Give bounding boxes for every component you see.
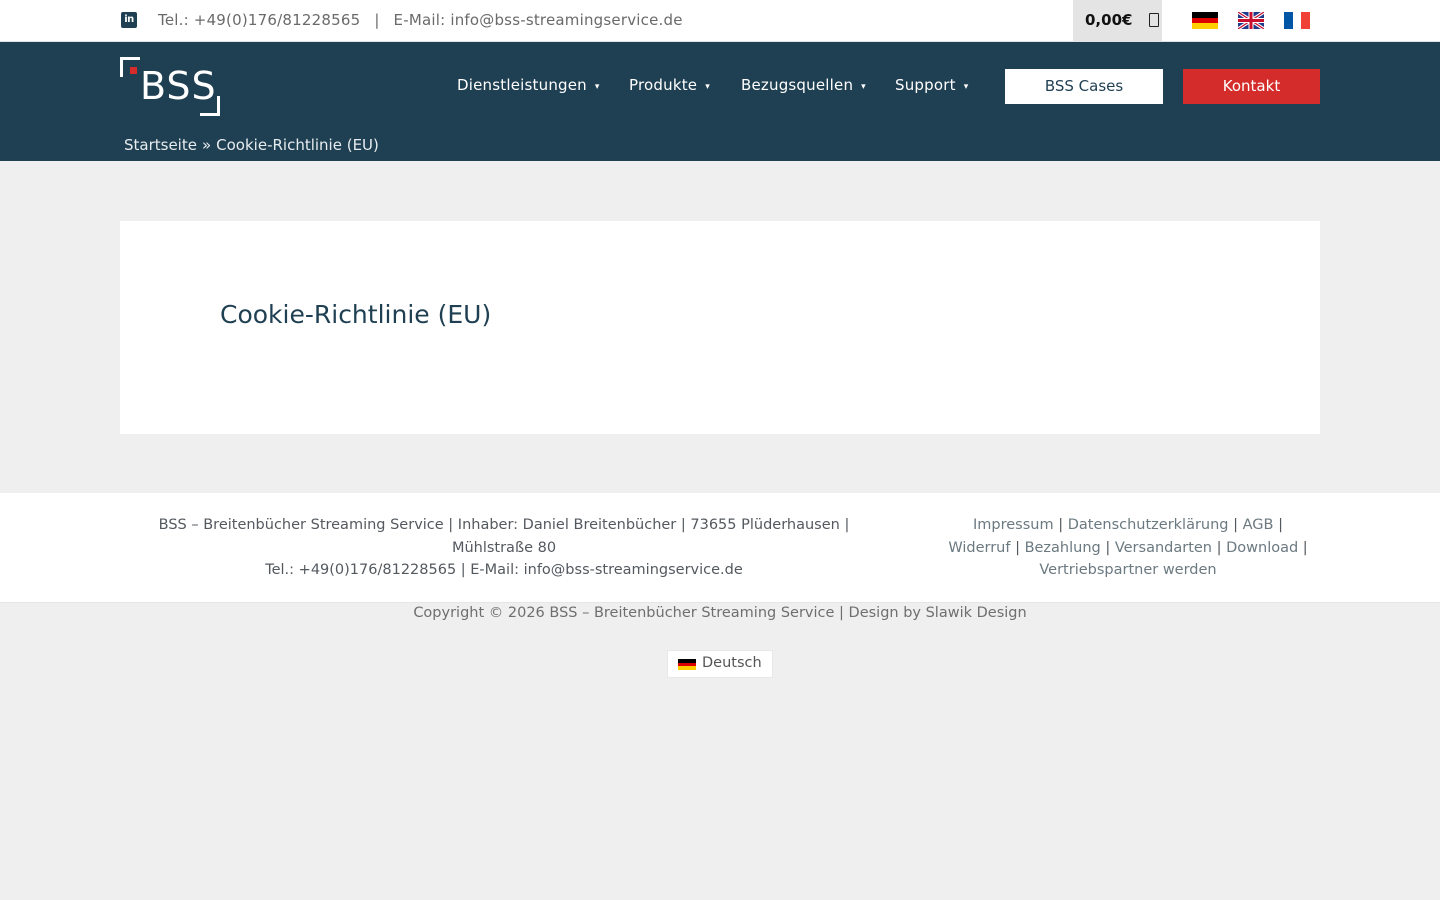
chevron-down-icon: ▾ xyxy=(963,82,969,92)
footer-link-versandarten[interactable]: Versandarten xyxy=(1115,540,1212,556)
breadcrumb: Startseite» Cookie-Richtlinie (EU) xyxy=(124,136,379,154)
bss-logo[interactable]: BSS xyxy=(120,57,220,116)
cart-button[interactable]: 0,00€ xyxy=(1073,0,1162,42)
footer-link-agb[interactable]: AGB xyxy=(1243,517,1274,533)
footer-pipe: | xyxy=(1058,517,1064,533)
footer-link-vertriebspartner[interactable]: Vertriebspartner werden xyxy=(1039,562,1216,578)
language-switcher[interactable]: Deutsch xyxy=(667,650,773,678)
breadcrumb-current: Cookie-Richtlinie (EU) xyxy=(216,136,379,154)
footer-link-impressum[interactable]: Impressum xyxy=(973,517,1054,533)
nav-label: Support xyxy=(895,76,956,94)
site-header: BSS Dienstleistungen ▾ Produkte ▾ Bezugsqu… xyxy=(0,42,1440,161)
footer-links: Impressum | Datenschutzerklärung | AGB |… xyxy=(936,514,1320,582)
footer-link-datenschutz[interactable]: Datenschutzerklärung xyxy=(1068,517,1229,533)
chevron-down-icon: ▾ xyxy=(594,82,600,92)
footer-pipe: | xyxy=(1105,539,1111,556)
footer-pipe: | xyxy=(1015,539,1020,556)
copyright: Copyright © 2026 BSS – Breitenbücher Str… xyxy=(413,605,1027,621)
nav-item-dienstleistungen[interactable]: Dienstleistungen ▾ xyxy=(457,76,600,94)
logo-red-dot xyxy=(130,67,137,74)
flag-de-icon xyxy=(678,659,696,671)
footer-pipe: | xyxy=(1216,539,1222,556)
language-label: Deutsch xyxy=(702,655,762,671)
nav-item-support[interactable]: Support ▾ xyxy=(895,76,968,94)
top-contact-info: Tel.: +49(0)176/81228565 | E-Mail: info@… xyxy=(158,11,683,29)
chevron-down-icon: ▾ xyxy=(705,82,710,92)
footer-pipe: | xyxy=(1233,517,1239,533)
footer-link-download[interactable]: Download xyxy=(1226,540,1298,556)
breadcrumb-separator: » xyxy=(201,136,212,154)
nav-item-produkte[interactable]: Produkte ▾ xyxy=(629,76,710,94)
chevron-down-icon: ▾ xyxy=(861,82,866,92)
shopping-bag-icon xyxy=(1149,13,1159,27)
cart-amount: 0,00€ xyxy=(1085,11,1133,29)
nav-label: Dienstleistungen xyxy=(457,76,587,94)
logo-text: BSS xyxy=(140,64,217,108)
top-bar: in Tel.: +49(0)176/81228565 | E-Mail: in… xyxy=(0,0,1440,42)
linkedin-icon[interactable]: in xyxy=(121,12,137,28)
flag-en-icon[interactable] xyxy=(1238,12,1264,29)
footer: BSS – Breitenbücher Streaming Service | … xyxy=(0,493,1440,603)
nav-item-bezugsquellen[interactable]: Bezugsquellen ▾ xyxy=(741,76,866,94)
top-phone[interactable]: Tel.: +49(0)176/81228565 xyxy=(158,11,360,29)
kontakt-button[interactable]: Kontakt xyxy=(1183,69,1320,104)
footer-address-line: BSS – Breitenbücher Streaming Service | … xyxy=(158,517,850,533)
flag-fr-icon[interactable] xyxy=(1284,12,1310,29)
breadcrumb-home[interactable]: Startseite xyxy=(124,136,197,154)
footer-link-widerruf[interactable]: Widerruf xyxy=(948,540,1010,556)
top-email[interactable]: E-Mail: info@bss-streamingservice.de xyxy=(394,11,683,29)
footer-link-bezahlung[interactable]: Bezahlung xyxy=(1025,540,1101,556)
nav-label: Bezugsquellen xyxy=(741,76,854,94)
footer-address-line: Mühlstraße 80 xyxy=(451,539,557,556)
bss-cases-button[interactable]: BSS Cases xyxy=(1005,69,1163,104)
nav-label: Produkte xyxy=(629,76,698,94)
top-separator: | xyxy=(374,11,380,29)
footer-address: BSS – Breitenbücher Streaming Service | … xyxy=(120,514,888,582)
footer-pipe: | xyxy=(1302,539,1308,556)
footer-pipe: | xyxy=(1278,517,1283,533)
content-card: Cookie-Richtlinie (EU) xyxy=(120,221,1320,434)
page-title: Cookie-Richtlinie (EU) xyxy=(220,300,492,329)
flag-de-icon[interactable] xyxy=(1192,12,1218,29)
footer-contact-line: Tel.: +49(0)176/81228565 | E-Mail: info@… xyxy=(265,562,743,578)
